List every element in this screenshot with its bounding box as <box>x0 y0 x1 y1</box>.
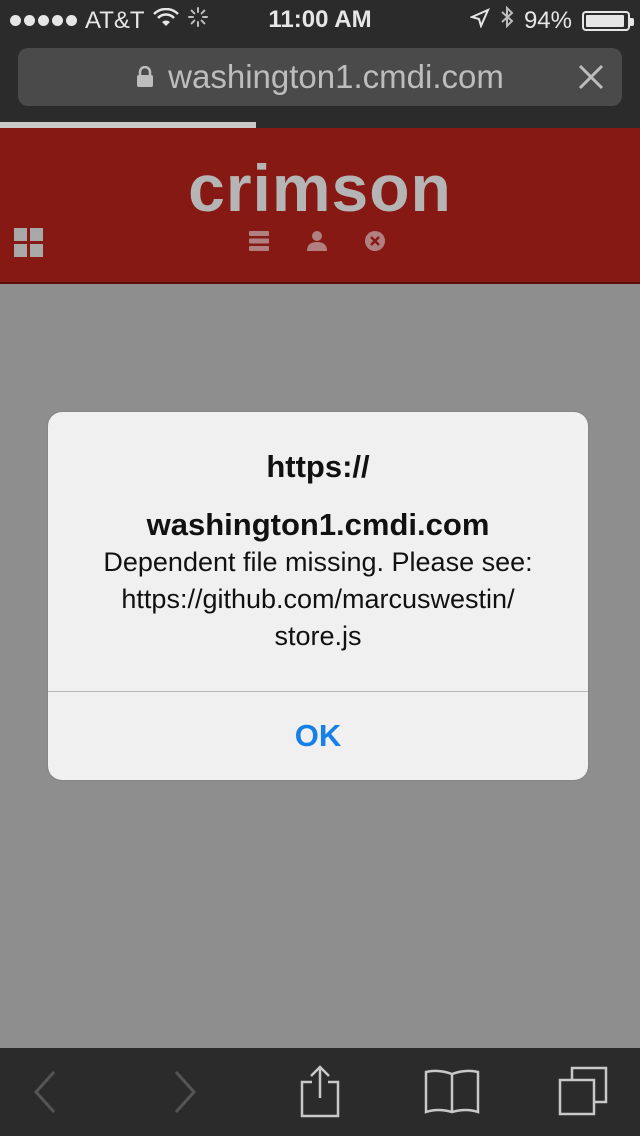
address-url: washington1.cmdi.com <box>168 58 504 95</box>
alert-message-line-1: Dependent file missing. Please see: <box>103 547 533 577</box>
alert-message: Dependent file missing. Please see: http… <box>68 544 568 655</box>
alert-dialog: https:// washington1.cmdi.com Dependent … <box>48 412 588 780</box>
site-header: crimson <box>0 128 640 284</box>
alert-title-line-1: https:// <box>266 449 370 484</box>
tabs-icon[interactable] <box>558 1066 610 1123</box>
bookmarks-icon[interactable] <box>424 1068 480 1121</box>
browser-toolbar <box>0 1048 640 1136</box>
lock-icon <box>136 58 154 96</box>
header-nav <box>248 230 386 257</box>
alert-title-line-2: washington1.cmdi.com <box>146 507 490 542</box>
browser-address-area: washington1.cmdi.com <box>0 40 640 122</box>
clear-url-button[interactable] <box>574 60 608 94</box>
user-icon[interactable] <box>306 230 328 257</box>
forward-icon[interactable] <box>172 1068 200 1121</box>
alert-title: https:// washington1.cmdi.com <box>68 449 568 542</box>
status-bar: AT&T 11:00 AM 94% <box>0 0 640 40</box>
share-icon[interactable] <box>298 1064 342 1123</box>
close-icon <box>578 64 604 90</box>
alert-message-line-3: store.js <box>274 621 362 651</box>
status-right: 94% <box>469 5 634 35</box>
location-arrow-icon <box>469 7 490 35</box>
site-logo[interactable]: crimson <box>0 150 640 226</box>
close-circle-icon[interactable] <box>364 230 386 257</box>
address-bar[interactable]: washington1.cmdi.com <box>18 48 622 106</box>
alert-message-line-2: https://github.com/marcuswestin/ <box>121 584 515 614</box>
battery-icon <box>582 10 634 31</box>
back-icon[interactable] <box>30 1068 58 1121</box>
ok-button[interactable]: OK <box>48 692 588 780</box>
bluetooth-icon <box>500 5 514 35</box>
battery-percent: 94% <box>523 6 572 34</box>
server-icon[interactable] <box>248 230 270 257</box>
grid-menu-icon[interactable] <box>14 228 44 263</box>
